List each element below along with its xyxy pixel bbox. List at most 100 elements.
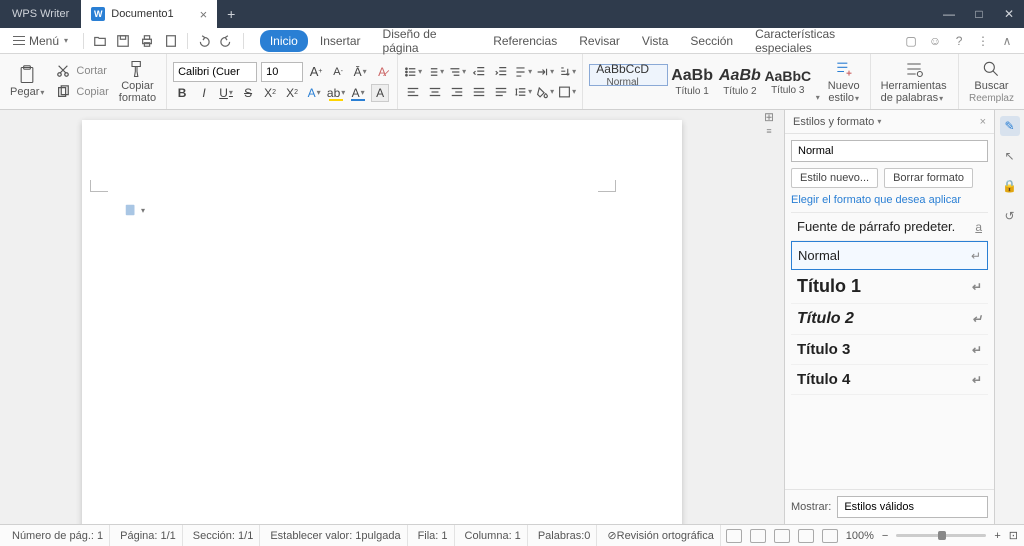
- new-style-button[interactable]: Nuevo estilo▾: [824, 59, 864, 104]
- app-tab[interactable]: WPS Writer: [0, 0, 81, 28]
- shrink-font-icon[interactable]: A-: [329, 63, 347, 81]
- box-icon[interactable]: ▢: [902, 34, 920, 48]
- style-item-titulo2[interactable]: Título 2↵: [791, 304, 988, 335]
- decrease-indent-icon[interactable]: [470, 63, 488, 81]
- sidebar-lock-icon[interactable]: 🔒: [1000, 176, 1020, 196]
- minimize-icon[interactable]: —: [934, 0, 964, 28]
- tab-seccion[interactable]: Sección: [680, 30, 743, 52]
- align-center-icon[interactable]: [426, 83, 444, 101]
- sidebar-styles-icon[interactable]: ✎: [1000, 116, 1020, 136]
- document-page[interactable]: [82, 120, 682, 524]
- view-read-icon[interactable]: [822, 529, 838, 543]
- document-tab[interactable]: W Documento1 ×: [81, 0, 217, 28]
- status-words[interactable]: Palabras:0: [532, 525, 598, 546]
- zoom-out-icon[interactable]: −: [882, 530, 888, 542]
- change-case-icon[interactable]: Ā▾: [351, 63, 369, 81]
- status-col[interactable]: Columna: 1: [459, 525, 528, 546]
- style-item-normal[interactable]: Normal↵: [791, 241, 988, 270]
- distribute-icon[interactable]: [492, 83, 510, 101]
- bullets-icon[interactable]: ▾: [404, 63, 422, 81]
- style-titulo3[interactable]: AaBbCTítulo 3: [764, 64, 812, 100]
- save-icon[interactable]: [114, 31, 134, 51]
- font-name-select[interactable]: [173, 62, 257, 82]
- undo-icon[interactable]: [194, 31, 214, 51]
- status-ruler[interactable]: Establecer valor: 1pulgada: [264, 525, 407, 546]
- word-tools-button[interactable]: Herramientas de palabras▾: [877, 59, 952, 104]
- strike-button[interactable]: S: [239, 84, 257, 102]
- page-float-button[interactable]: ▾: [124, 203, 145, 217]
- view-print-icon[interactable]: [750, 529, 766, 543]
- clear-format-btn[interactable]: Borrar formato: [884, 168, 973, 188]
- status-spell[interactable]: ⊘ Revisión ortográfica: [601, 525, 720, 546]
- tab-insertar[interactable]: Insertar: [310, 30, 371, 52]
- find-replace-button[interactable]: Buscar Reemplaz: [965, 59, 1018, 104]
- view-web-icon[interactable]: [798, 529, 814, 543]
- print-preview-icon[interactable]: [161, 31, 181, 51]
- increase-indent-icon[interactable]: [492, 63, 510, 81]
- close-window-icon[interactable]: ✕: [994, 0, 1024, 28]
- open-icon[interactable]: [90, 31, 110, 51]
- sidebar-select-icon[interactable]: ↖: [1000, 146, 1020, 166]
- paste-button[interactable]: Pegar▾: [6, 65, 48, 98]
- justify-icon[interactable]: [470, 83, 488, 101]
- sort-icon[interactable]: ▾: [558, 63, 576, 81]
- view-fullscreen-icon[interactable]: [726, 529, 742, 543]
- show-filter-select[interactable]: Estilos válidos: [837, 496, 988, 518]
- status-row[interactable]: Fila: 1: [412, 525, 455, 546]
- highlight-button[interactable]: ab▾: [327, 84, 345, 102]
- style-titulo2[interactable]: AaBbTítulo 2: [716, 64, 764, 100]
- multilevel-icon[interactable]: ▾: [448, 63, 466, 81]
- smile-icon[interactable]: ☺: [926, 34, 944, 48]
- tab-char-icon[interactable]: ▾: [536, 63, 554, 81]
- tab-inicio[interactable]: Inicio: [260, 30, 308, 52]
- borders-icon[interactable]: ▾: [558, 83, 576, 101]
- style-item-titulo4[interactable]: Título 4↵: [791, 365, 988, 395]
- style-titulo1[interactable]: AaBbTítulo 1: [668, 64, 716, 100]
- style-item-titulo1[interactable]: Título 1↵: [791, 270, 988, 304]
- align-right-icon[interactable]: [448, 83, 466, 101]
- collapse-ribbon-icon[interactable]: ∧: [998, 34, 1016, 48]
- status-section[interactable]: Sección: 1/1: [187, 525, 261, 546]
- current-style-select[interactable]: Normal: [791, 140, 988, 162]
- text-effects-button[interactable]: A▾: [305, 84, 323, 102]
- zoom-slider[interactable]: [896, 534, 986, 537]
- grow-font-icon[interactable]: A+: [307, 63, 325, 81]
- align-left-icon[interactable]: [404, 83, 422, 101]
- panel-close-icon[interactable]: ×: [980, 116, 986, 128]
- help-icon[interactable]: ?: [950, 34, 968, 48]
- zoom-value[interactable]: 100%: [846, 530, 874, 542]
- maximize-icon[interactable]: □: [964, 0, 994, 28]
- close-tab-icon[interactable]: ×: [200, 7, 208, 22]
- line-spacing-icon[interactable]: ▾: [514, 83, 532, 101]
- tab-vista[interactable]: Vista: [632, 30, 678, 52]
- print-icon[interactable]: [137, 31, 157, 51]
- menu-button[interactable]: Menú ▾: [4, 30, 77, 52]
- text-direction-icon[interactable]: ▾: [514, 63, 532, 81]
- tab-revisar[interactable]: Revisar: [569, 30, 630, 52]
- redo-icon[interactable]: [217, 31, 237, 51]
- layout-toggle[interactable]: ⊞≡: [764, 110, 774, 136]
- tab-referencias[interactable]: Referencias: [483, 30, 567, 52]
- new-style-btn[interactable]: Estilo nuevo...: [791, 168, 878, 188]
- more-icon[interactable]: ⋮: [974, 34, 992, 48]
- view-outline-icon[interactable]: [774, 529, 790, 543]
- bold-button[interactable]: B: [173, 84, 191, 102]
- format-painter-button[interactable]: Copiar formato: [115, 59, 160, 104]
- superscript-button[interactable]: X2: [261, 84, 279, 102]
- subscript-button[interactable]: X2: [283, 84, 301, 102]
- font-color-button[interactable]: A▾: [349, 84, 367, 102]
- status-page[interactable]: Página: 1/1: [114, 525, 183, 546]
- underline-button[interactable]: U▾: [217, 84, 235, 102]
- clear-format-icon[interactable]: A̷: [373, 63, 391, 81]
- zoom-in-icon[interactable]: +: [994, 530, 1000, 542]
- copy-button[interactable]: Copiar: [54, 83, 108, 101]
- cut-button[interactable]: Cortar: [54, 62, 108, 80]
- numbering-icon[interactable]: ▾: [426, 63, 444, 81]
- char-shading-button[interactable]: A: [371, 84, 389, 102]
- style-item-default-font[interactable]: Fuente de párrafo predeter.a: [791, 213, 988, 241]
- style-normal[interactable]: AaBbCcDNormal: [589, 64, 668, 86]
- canvas-area[interactable]: ▾ ⊞≡: [0, 110, 784, 524]
- new-tab-button[interactable]: +: [217, 0, 245, 28]
- sidebar-history-icon[interactable]: ↺: [1000, 206, 1020, 226]
- shading-icon[interactable]: ▾: [536, 83, 554, 101]
